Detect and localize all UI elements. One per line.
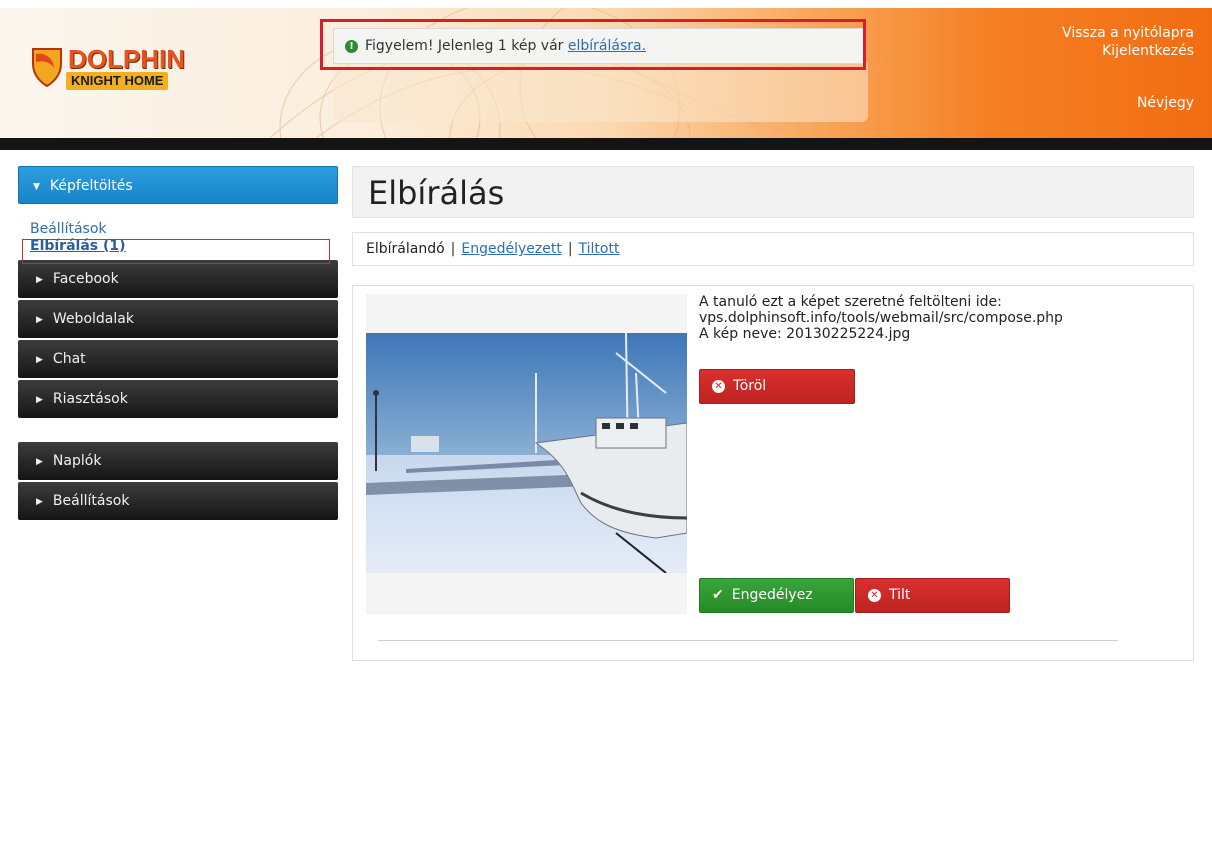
uploaded-image-frame <box>366 294 687 614</box>
caret-right-icon: ▶ <box>36 275 43 285</box>
info-line-2: vps.dolphinsoft.info/tools/webmail/src/c… <box>699 310 1063 326</box>
info-line-1: A tanuló ezt a képet szeretné feltölteni… <box>699 294 1002 310</box>
sidebar-item-label: Riasztások <box>52 391 128 407</box>
review-item-panel: A tanuló ezt a képet szeretné feltölteni… <box>352 285 1194 661</box>
about-link[interactable]: Névjegy <box>1137 95 1194 111</box>
item-info: A tanuló ezt a képet szeretné feltölteni… <box>699 294 1063 342</box>
deny-button[interactable]: ✕ Tilt <box>855 578 1010 613</box>
sidebar-item-label: Naplók <box>52 453 102 469</box>
caret-right-icon: ▶ <box>36 497 43 507</box>
sidebar-item-weboldalak[interactable]: ▶ Weboldalak <box>18 300 338 338</box>
sidebar-item-kepfeltoltes[interactable]: ▼ Képfeltöltés <box>18 166 338 204</box>
alert-backdrop <box>333 62 868 122</box>
submenu-highlight-frame <box>22 239 330 264</box>
tab-tiltott[interactable]: Tiltott <box>579 241 620 257</box>
header-bottom-bar <box>0 138 1212 150</box>
divider <box>378 640 1118 641</box>
sidebar-item-label: Weboldalak <box>52 311 134 327</box>
filter-tabs: Elbírálandó | Engedélyezett | Tiltott <box>352 232 1194 266</box>
caret-right-icon: ▶ <box>36 395 43 405</box>
sidebar-submenu: Beállítások Elbírálás (1) <box>18 204 338 264</box>
delete-button-label: Töröl <box>733 378 767 394</box>
sidebar-item-facebook[interactable]: ▶ Facebook <box>18 260 338 298</box>
deny-button-label: Tilt <box>889 587 911 603</box>
caret-right-icon: ▶ <box>36 315 43 325</box>
logout-link[interactable]: Kijelentkezés <box>1062 42 1194 60</box>
tab-separator: | <box>450 241 456 257</box>
shield-icon <box>32 48 62 88</box>
submenu-beallitasok[interactable]: Beállítások <box>30 221 338 238</box>
sidebar-item-label: Beállítások <box>52 493 130 509</box>
approve-button[interactable]: ✔ Engedélyez <box>699 578 854 613</box>
sidebar-item-label: Chat <box>52 351 86 367</box>
header: DOLPHIN KNIGHT HOME ! Figyelem! Jelenleg… <box>0 0 1212 150</box>
sidebar-item-naplok[interactable]: ▶ Naplók <box>18 442 338 480</box>
sidebar-item-riasztasok[interactable]: ▶ Riasztások <box>18 380 338 418</box>
remove-circle-icon: ✕ <box>712 380 725 393</box>
sidebar-item-beallitasok[interactable]: ▶ Beállítások <box>18 482 338 520</box>
sidebar-item-label: Facebook <box>52 271 119 287</box>
home-link[interactable]: Vissza a nyitólapra <box>1062 24 1194 42</box>
page-title: Elbírálás <box>368 174 505 212</box>
sidebar-item-label: Képfeltöltés <box>49 178 133 194</box>
sidebar-item-chat[interactable]: ▶ Chat <box>18 340 338 378</box>
logo-subtitle: KNIGHT HOME <box>66 72 169 90</box>
caret-down-icon: ▼ <box>33 182 40 192</box>
caret-right-icon: ▶ <box>36 457 43 467</box>
logo[interactable]: DOLPHIN KNIGHT HOME <box>30 44 210 94</box>
checkmark-icon: ✔ <box>712 587 724 603</box>
alert-highlight-frame <box>320 19 866 70</box>
tab-engedelyezett[interactable]: Engedélyezett <box>461 241 561 257</box>
tab-separator: | <box>567 241 573 257</box>
caret-right-icon: ▶ <box>36 355 43 365</box>
info-line-3: A kép neve: 20130225224.jpg <box>699 326 911 342</box>
approve-button-label: Engedélyez <box>731 587 813 603</box>
delete-button[interactable]: ✕ Töröl <box>699 369 855 404</box>
remove-circle-icon: ✕ <box>868 589 881 602</box>
header-links: Vissza a nyitólapra Kijelentkezés <box>1062 24 1194 60</box>
uploaded-photo[interactable] <box>366 333 687 573</box>
page-title-panel: Elbírálás <box>352 166 1194 218</box>
sidebar: ▼ Képfeltöltés Beállítások Elbírálás (1) … <box>18 166 338 520</box>
logo-brand: DOLPHIN <box>68 44 185 74</box>
header-top-line <box>0 0 1212 8</box>
tab-elbiralando: Elbírálandó <box>366 241 445 257</box>
